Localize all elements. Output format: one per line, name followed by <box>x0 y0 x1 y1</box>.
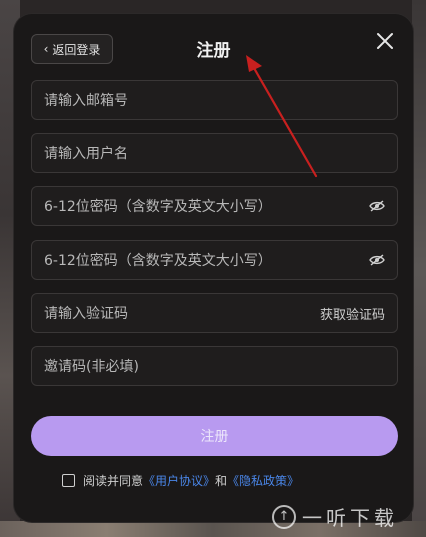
agreement-checkbox[interactable] <box>62 474 75 487</box>
password-field[interactable]: 6-12位密码（含数字及英文大小写） <box>31 186 398 226</box>
confirm-password-placeholder: 6-12位密码（含数字及英文大小写） <box>44 253 272 269</box>
get-code-button[interactable]: 获取验证码 <box>320 304 385 323</box>
verification-code-placeholder: 请输入验证码 <box>44 306 128 322</box>
watermark: ↑ 一听下载 <box>272 502 398 531</box>
invite-code-field[interactable]: 邀请码(非必填) <box>31 346 398 386</box>
watermark-text: 一听下载 <box>302 506 398 530</box>
agreement-row: 阅读并同意 《用户协议》 和 《隐私政策》 <box>62 472 299 489</box>
close-icon[interactable] <box>375 31 395 51</box>
verification-code-field[interactable]: 请输入验证码 获取验证码 <box>31 293 398 333</box>
background-right <box>412 0 426 537</box>
invite-code-placeholder: 邀请码(非必填) <box>44 359 139 375</box>
password-placeholder: 6-12位密码（含数字及英文大小写） <box>44 199 272 215</box>
register-dialog: ‹ 返回登录 注册 请输入邮箱号 请输入用户名 6-12位密码（含数字及英文大小… <box>14 14 413 522</box>
watermark-logo-icon: ↑ <box>272 504 296 529</box>
username-placeholder: 请输入用户名 <box>44 146 128 162</box>
privacy-policy-link[interactable]: 《隐私政策》 <box>227 472 299 489</box>
user-agreement-link[interactable]: 《用户协议》 <box>143 472 215 489</box>
register-button[interactable]: 注册 <box>31 416 398 456</box>
email-placeholder: 请输入邮箱号 <box>44 93 128 109</box>
confirm-password-field[interactable]: 6-12位密码（含数字及英文大小写） <box>31 240 398 280</box>
eye-off-icon[interactable] <box>369 254 385 266</box>
agreement-prefix: 阅读并同意 <box>83 474 144 488</box>
dialog-title: 注册 <box>196 41 231 61</box>
eye-off-icon[interactable] <box>369 200 385 212</box>
username-field[interactable]: 请输入用户名 <box>31 133 398 173</box>
agreement-and: 和 <box>215 474 228 488</box>
email-field[interactable]: 请输入邮箱号 <box>31 80 398 120</box>
